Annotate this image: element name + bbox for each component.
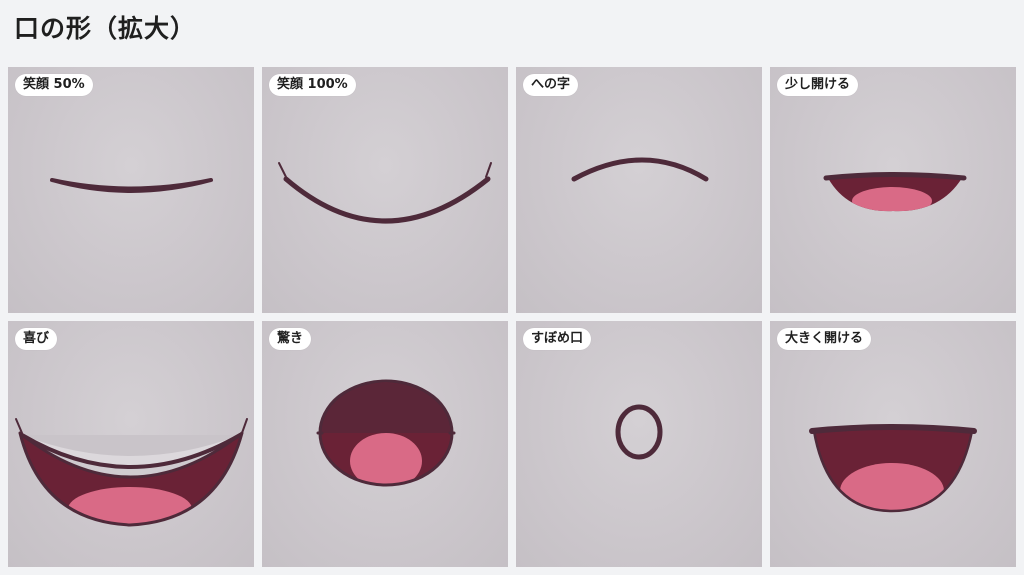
mouth-tile-joy: 喜び — [8, 321, 254, 567]
page-title: 口の形（拡大） — [14, 14, 197, 43]
mouth-label: 笑顔 100% — [269, 74, 356, 96]
mouth-tile-pursed: すぼめ口 — [516, 321, 762, 567]
surprised-mouth-icon — [316, 379, 456, 487]
slightly-open-mouth-icon — [823, 172, 967, 212]
mouth-shape-grid: 笑顔 50% 笑顔 100% への字 少し開ける 喜び 驚き すぼめ口 大きく開… — [8, 67, 1016, 567]
mouth-label: 喜び — [15, 328, 58, 350]
mouth-tile-wide-open: 大きく開ける — [770, 321, 1016, 567]
mouth-tile-smile-100: 笑顔 100% — [262, 67, 508, 313]
mouth-label: 少し開ける — [777, 74, 859, 96]
mouth-label: への字 — [523, 74, 579, 96]
page: 口の形（拡大） 笑顔 50% 笑顔 100% への字 少し開ける 喜び 驚き す… — [0, 0, 1024, 575]
joy-mouth-icon — [15, 418, 248, 527]
smile-full-icon — [278, 162, 492, 224]
wide-open-mouth-icon — [809, 424, 977, 513]
mouth-tile-smile-50: 笑顔 50% — [8, 67, 254, 313]
mouth-label: すぼめ口 — [523, 328, 592, 350]
mouth-label: 笑顔 50% — [15, 74, 93, 96]
mouth-label: 驚き — [269, 328, 312, 350]
mouth-tile-slightly-open: 少し開ける — [770, 67, 1016, 313]
frown-icon — [571, 157, 709, 182]
mouth-tile-surprised: 驚き — [262, 321, 508, 567]
smile-half-icon — [50, 178, 213, 193]
mouth-label: 大きく開ける — [777, 328, 872, 350]
pursed-mouth-icon — [615, 404, 663, 460]
mouth-tile-frown: への字 — [516, 67, 762, 313]
